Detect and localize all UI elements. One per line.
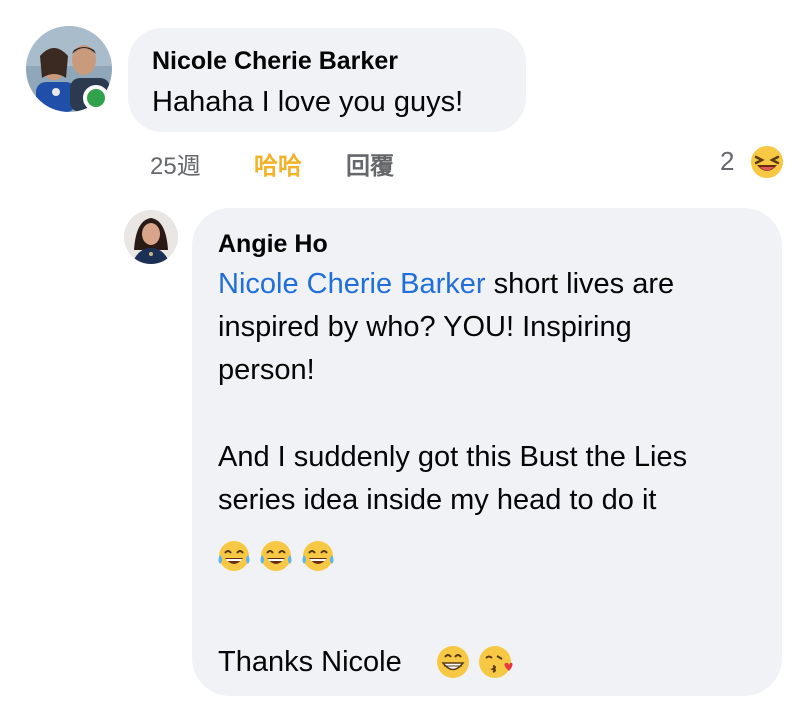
- tears-of-joy-icon: [300, 538, 336, 574]
- reply-text-fragment: short lives are: [485, 268, 675, 300]
- tears-of-joy-icon: [258, 538, 294, 574]
- reply-bubble: Angie Ho Nicole Cherie Barker short live…: [192, 208, 782, 696]
- tears-of-joy-icon: [216, 538, 252, 574]
- reply-line-5: series idea inside my head to do it: [218, 484, 657, 516]
- comment-timestamp[interactable]: 25週: [150, 146, 201, 181]
- reply-author-avatar[interactable]: [124, 210, 178, 264]
- reply-line-4: And I suddenly got this Bust the Lies: [218, 441, 688, 473]
- reaction-button[interactable]: 哈哈: [254, 146, 302, 181]
- reply-closing-text: Thanks Nicole: [218, 646, 402, 678]
- grinning-face-icon: [435, 644, 471, 680]
- mention-link[interactable]: Nicole Cherie Barker: [218, 268, 486, 300]
- kissing-heart-face-icon: [478, 644, 514, 680]
- reaction-count[interactable]: 2: [720, 146, 734, 177]
- reply-line-1: Nicole Cherie Barker short lives are: [218, 268, 674, 301]
- laughing-face-icon[interactable]: [748, 143, 786, 181]
- comment-author-name[interactable]: Nicole Cherie Barker: [152, 47, 398, 76]
- online-status-indicator: [83, 85, 109, 111]
- reply-author-name[interactable]: Angie Ho: [218, 230, 328, 259]
- reply-button[interactable]: 回覆: [346, 146, 394, 181]
- reply-line-2: inspired by who? YOU! Inspiring: [218, 311, 632, 343]
- comment-bubble: Nicole Cherie Barker Hahaha I love you g…: [128, 28, 526, 132]
- reply-line-3: person!: [218, 354, 315, 386]
- comment-text: Hahaha I love you guys!: [152, 86, 464, 118]
